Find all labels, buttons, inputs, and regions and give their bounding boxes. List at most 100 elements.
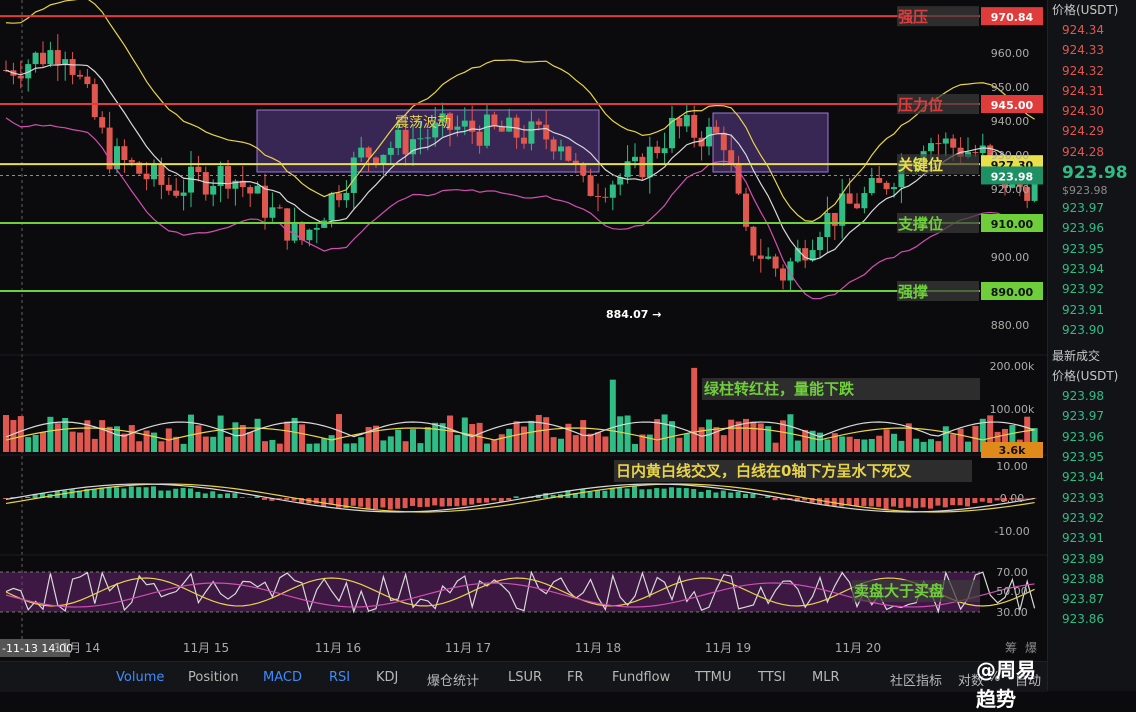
price-axis-label: 880.00 — [991, 319, 1030, 332]
volume-bar — [469, 424, 475, 452]
volume-bar — [77, 432, 83, 452]
macd-bar — [92, 489, 97, 498]
ask-row[interactable]: 924.31 — [1048, 81, 1136, 101]
tab-10[interactable]: TTSI — [758, 670, 786, 685]
bid-row[interactable]: 923.96 — [1048, 218, 1136, 238]
bid-row[interactable]: 923.92 — [1048, 279, 1136, 299]
macd-bar — [728, 493, 733, 498]
candle-body — [928, 143, 934, 151]
trade-row[interactable]: 923.91 — [1048, 528, 1136, 548]
tab-7[interactable]: FR — [567, 670, 584, 685]
bid-row[interactable]: 923.94 — [1048, 259, 1136, 279]
volume-bar — [847, 437, 853, 452]
candle-body — [358, 148, 364, 158]
candle-body — [70, 59, 76, 75]
volume-bar — [662, 414, 668, 452]
candle-body — [491, 115, 497, 126]
ask-row[interactable]: 924.29 — [1048, 121, 1136, 141]
volume-bar — [721, 435, 727, 452]
volume-bar — [935, 441, 941, 452]
ask-row[interactable]: 924.34 — [1048, 20, 1136, 40]
trade-row[interactable]: 923.89 — [1048, 549, 1136, 569]
tab-8[interactable]: Fundflow — [612, 670, 670, 685]
candle-body — [306, 230, 312, 240]
ask-row[interactable]: 924.33 — [1048, 40, 1136, 60]
volume-bar — [181, 444, 187, 452]
macd-bar — [514, 496, 519, 498]
macd-bar — [232, 493, 237, 498]
macd-bar — [484, 498, 489, 503]
orderbook-panel: 价格(USDT) 924.34924.33924.32924.31924.309… — [1047, 0, 1136, 691]
candle-body — [247, 187, 253, 193]
candle-body — [314, 228, 320, 230]
trades-title[interactable]: 最新成交 — [1048, 346, 1136, 366]
volume-bar — [129, 425, 135, 452]
tab-6[interactable]: LSUR — [508, 670, 542, 685]
candle-body — [269, 207, 275, 217]
main-chart[interactable]: 强压970.84压力位945.00关键位927.30支撑位910.00强撑890… — [0, 0, 1047, 661]
macd-bar — [417, 498, 422, 507]
macd-bar — [225, 493, 230, 498]
bid-row[interactable]: 923.90 — [1048, 320, 1136, 340]
candle-body — [780, 268, 786, 280]
tab-1[interactable]: Position — [188, 670, 239, 685]
tab-5[interactable]: 爆仓统计 — [427, 670, 479, 689]
candle-body — [713, 127, 719, 133]
macd-bar — [454, 498, 459, 506]
candle-body — [417, 138, 423, 139]
volume-bar — [314, 443, 320, 452]
candle-body — [336, 193, 342, 200]
tab-0[interactable]: Volume — [116, 670, 164, 685]
macd-bar — [602, 491, 607, 498]
candle-body — [292, 222, 298, 241]
macd-bar — [462, 498, 467, 506]
trade-row[interactable]: 923.94 — [1048, 467, 1136, 487]
candle-body — [847, 193, 853, 203]
volume-bar — [269, 440, 275, 452]
bid-row[interactable]: 923.95 — [1048, 239, 1136, 259]
candle-body — [654, 147, 660, 153]
macd-bar — [188, 488, 193, 498]
tab-11[interactable]: MLR — [812, 670, 840, 685]
ask-row[interactable]: 924.30 — [1048, 101, 1136, 121]
tab-12[interactable]: 社区指标 — [890, 670, 942, 689]
volume-bar — [343, 444, 349, 452]
trade-row[interactable]: 923.93 — [1048, 488, 1136, 508]
trade-row[interactable]: 923.87 — [1048, 589, 1136, 609]
trade-row[interactable]: 923.95 — [1048, 447, 1136, 467]
macd-bar — [876, 498, 881, 507]
volume-bar — [758, 423, 764, 452]
candle-body — [721, 133, 727, 150]
macd-bar — [773, 498, 778, 500]
volume-bar — [18, 416, 24, 452]
bid-row[interactable]: 923.97 — [1048, 198, 1136, 218]
trade-row[interactable]: 923.97 — [1048, 406, 1136, 426]
trade-row[interactable]: 923.88 — [1048, 569, 1136, 589]
macd-bar — [743, 494, 748, 498]
candle-body — [40, 53, 46, 64]
volume-bar — [62, 418, 68, 452]
volume-bar — [10, 420, 16, 452]
bid-row[interactable]: 923.91 — [1048, 300, 1136, 320]
ask-row[interactable]: 924.28 — [1048, 142, 1136, 162]
tab-9[interactable]: TTMU — [695, 670, 731, 685]
trade-row[interactable]: 923.98 — [1048, 386, 1136, 406]
candle-body — [869, 178, 875, 193]
volume-bar — [144, 431, 150, 452]
volume-bar — [617, 416, 623, 452]
tab-3[interactable]: RSI — [329, 670, 350, 685]
tab-4[interactable]: KDJ — [376, 670, 398, 685]
candle-body — [662, 148, 668, 153]
macd-bar — [129, 487, 134, 498]
trade-row[interactable]: 923.96 — [1048, 427, 1136, 447]
volume-bar — [921, 442, 927, 452]
level-price: 890.00 — [991, 286, 1034, 299]
candle-body — [528, 121, 534, 143]
ask-row[interactable]: 924.32 — [1048, 61, 1136, 81]
trade-row[interactable]: 923.92 — [1048, 508, 1136, 528]
macd-bar — [25, 497, 30, 498]
tab-2[interactable]: MACD — [263, 670, 302, 685]
volume-bar — [506, 429, 512, 452]
volume-bar — [943, 426, 949, 452]
trade-row[interactable]: 923.86 — [1048, 609, 1136, 629]
